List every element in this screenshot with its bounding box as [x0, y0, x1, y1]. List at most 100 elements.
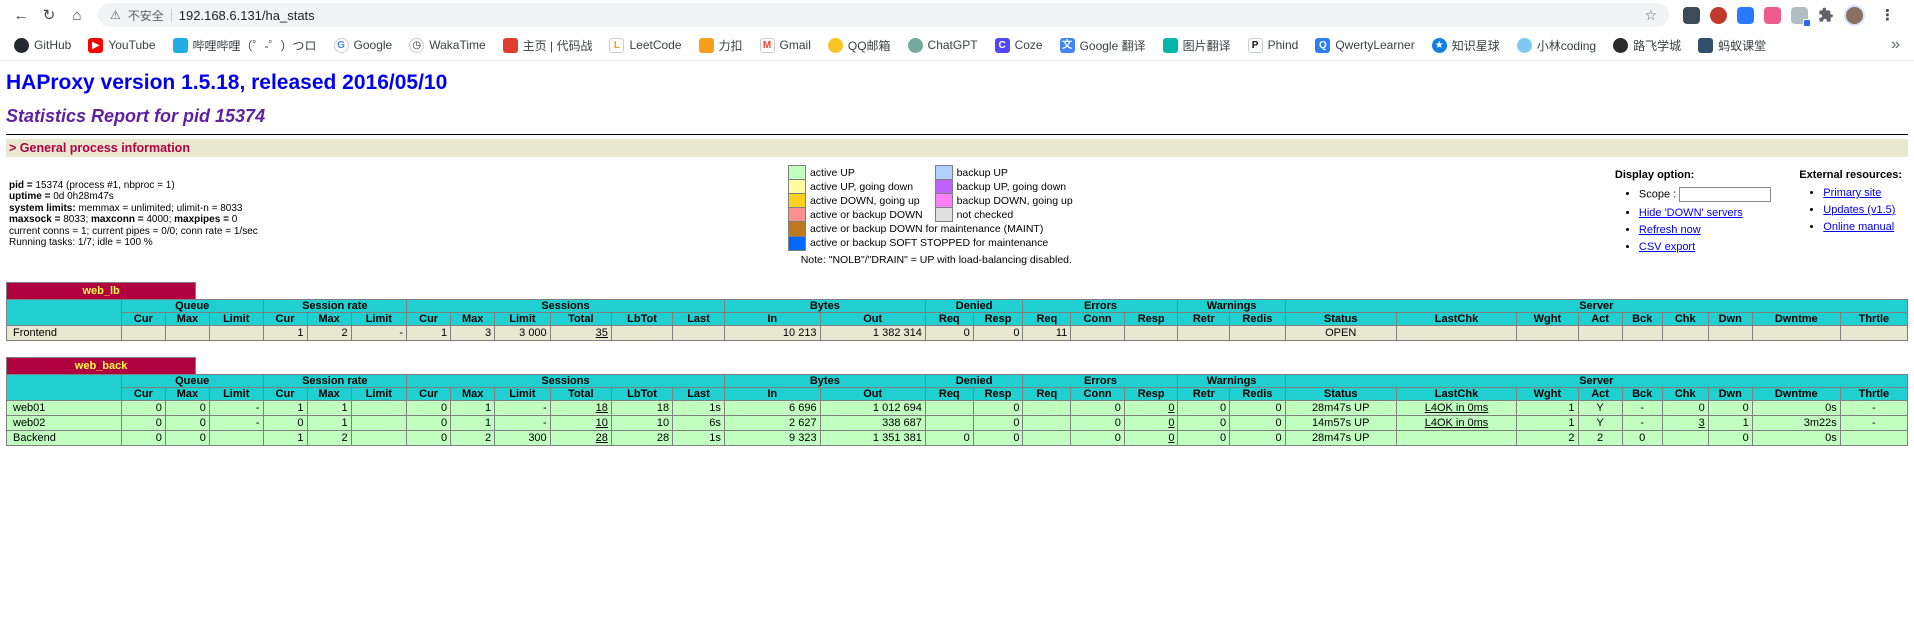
stat-cell[interactable]: 28 — [550, 430, 611, 445]
column-header: Max — [451, 387, 495, 400]
bookmark-item[interactable]: 小林coding — [1517, 37, 1596, 54]
stat-cell: 6 696 — [724, 400, 820, 415]
back-icon[interactable]: ← — [8, 3, 34, 27]
stat-cell: 10 213 — [724, 325, 820, 340]
haproxy-version-link[interactable]: HAProxy version 1.5.18, released 2016/05… — [6, 71, 447, 94]
bookmark-item[interactable]: 哔哩哔哩（゜-゜）つロ — [173, 37, 317, 54]
profile-avatar[interactable] — [1844, 5, 1865, 26]
address-bar[interactable]: ⚠ 不安全 192.168.6.131/ha_stats ☆ — [98, 3, 1669, 27]
stat-cell: - — [1840, 415, 1907, 430]
row-name: web02 — [7, 415, 122, 430]
stat-cell — [209, 325, 263, 340]
bookmark-item[interactable]: PPhind — [1248, 38, 1299, 53]
stat-cell: 0 — [1178, 430, 1230, 445]
extension-icon-1[interactable] — [1683, 7, 1700, 24]
legend-color-swatch — [788, 166, 805, 180]
stat-cell: 1 — [263, 430, 307, 445]
stat-cell[interactable]: 10 — [550, 415, 611, 430]
extension-icon-3[interactable] — [1737, 7, 1754, 24]
option-item: Hide 'DOWN' servers — [1639, 207, 1771, 219]
stat-cell[interactable]: L4OK in 0ms — [1396, 400, 1517, 415]
column-group-header: Sessions — [407, 299, 725, 312]
option-link[interactable]: Updates (v1.5) — [1823, 204, 1895, 216]
extension-icon-5[interactable] — [1791, 7, 1808, 24]
extensions-puzzle-icon[interactable] — [1818, 7, 1834, 23]
stat-cell[interactable]: 18 — [550, 400, 611, 415]
extension-icon-2[interactable] — [1710, 7, 1727, 24]
column-header: LbTot — [611, 312, 672, 325]
bookmark-item[interactable]: 路飞学城 — [1613, 37, 1681, 54]
bookmark-item[interactable]: GGoogle — [334, 38, 393, 53]
stats-row-web01: web0100-1101-18181s6 6961 012 6940000028… — [7, 400, 1908, 415]
bookmark-item[interactable]: ◷WakaTime — [409, 38, 485, 53]
options-area: Display option: Scope : Hide 'DOWN' serv… — [1615, 163, 1908, 258]
bookmark-label: Gmail — [780, 38, 811, 52]
legend-label: active UP — [805, 166, 935, 180]
option-link[interactable]: Primary site — [1823, 187, 1881, 199]
option-link[interactable]: Refresh now — [1639, 224, 1701, 236]
stat-cell: 2 — [451, 430, 495, 445]
extension-icon-4[interactable] — [1764, 7, 1781, 24]
stat-cell[interactable]: L4OK in 0ms — [1396, 415, 1517, 430]
google-favicon: G — [334, 38, 349, 53]
option-item: CSV export — [1639, 241, 1771, 253]
stats-tables: web_lbQueueSession rateSessionsBytesDeni… — [6, 282, 1908, 446]
column-header: Total — [550, 387, 611, 400]
bookmark-item[interactable]: CCoze — [995, 38, 1043, 53]
column-header: Chk — [1662, 387, 1708, 400]
stat-cell: 9 323 — [724, 430, 820, 445]
bookmark-item[interactable]: 主页 | 代码战 — [503, 37, 593, 54]
column-header: Max — [451, 312, 495, 325]
bookmark-item[interactable]: MGmail — [760, 38, 811, 53]
process-info-line: current conns = 1; current pipes = 0/0; … — [9, 226, 258, 238]
section-heading: > General process information — [6, 139, 1908, 157]
bookmark-item[interactable]: ChatGPT — [908, 38, 978, 53]
stat-cell: Y — [1578, 400, 1622, 415]
column-group-header: Queue — [121, 299, 263, 312]
proxy-name-tab[interactable]: web_lb — [6, 282, 196, 299]
reload-icon[interactable]: ↻ — [36, 3, 62, 27]
column-header: Resp — [973, 312, 1023, 325]
option-link[interactable]: Hide 'DOWN' servers — [1639, 207, 1743, 219]
bookmark-star-icon[interactable]: ☆ — [1644, 7, 1657, 24]
column-header: Wght — [1517, 387, 1578, 400]
bookmark-item[interactable]: 图片翻译 — [1163, 37, 1231, 54]
bookmark-label: Phind — [1268, 38, 1299, 52]
legend-color-swatch — [935, 208, 952, 222]
stat-cell — [1178, 325, 1230, 340]
stat-cell: 1 — [307, 415, 351, 430]
column-header: Resp — [1124, 387, 1178, 400]
column-header: Dwn — [1708, 387, 1752, 400]
bookmark-item[interactable]: 文Google 翻译 — [1060, 37, 1146, 54]
bookmark-item[interactable]: ★知识星球 — [1432, 37, 1500, 54]
legend-color-swatch — [935, 194, 952, 208]
title-divider — [6, 134, 1908, 135]
column-header: Max — [307, 387, 351, 400]
stat-cell[interactable]: 0 — [1124, 430, 1178, 445]
stat-cell — [1840, 325, 1907, 340]
bookmark-label: 图片翻译 — [1183, 37, 1231, 54]
bookmark-item[interactable]: QQwertyLearner — [1315, 38, 1414, 53]
bookmarks-overflow-icon[interactable]: » — [1881, 36, 1900, 54]
proxy-name-tab[interactable]: web_back — [6, 357, 196, 374]
bookmark-item[interactable]: QQ邮箱 — [828, 37, 891, 54]
bookmark-item[interactable]: GitHub — [14, 38, 71, 53]
home-icon[interactable]: ⌂ — [64, 3, 90, 27]
scope-input[interactable] — [1679, 187, 1771, 202]
browser-menu-icon[interactable]: ⋮ — [1875, 6, 1900, 24]
bookmark-item[interactable]: LLeetCode — [609, 38, 681, 53]
bookmark-item[interactable]: 力扣 — [699, 37, 743, 54]
stat-cell[interactable]: 0 — [1124, 415, 1178, 430]
stat-cell: 14m57s UP — [1285, 415, 1396, 430]
option-link[interactable]: Online manual — [1823, 221, 1894, 233]
stat-cell: 1 351 381 — [820, 430, 925, 445]
column-header: Cur — [121, 387, 165, 400]
stat-cell[interactable]: 35 — [550, 325, 611, 340]
bookmark-item[interactable]: 蚂蚁课堂 — [1698, 37, 1766, 54]
bookmark-label: GitHub — [34, 38, 71, 52]
stat-cell[interactable]: 0 — [1124, 400, 1178, 415]
bookmark-item[interactable]: ▶YouTube — [88, 38, 155, 53]
column-header: Dwntme — [1752, 312, 1840, 325]
option-link[interactable]: CSV export — [1639, 241, 1695, 253]
stat-cell[interactable]: 3 — [1662, 415, 1708, 430]
